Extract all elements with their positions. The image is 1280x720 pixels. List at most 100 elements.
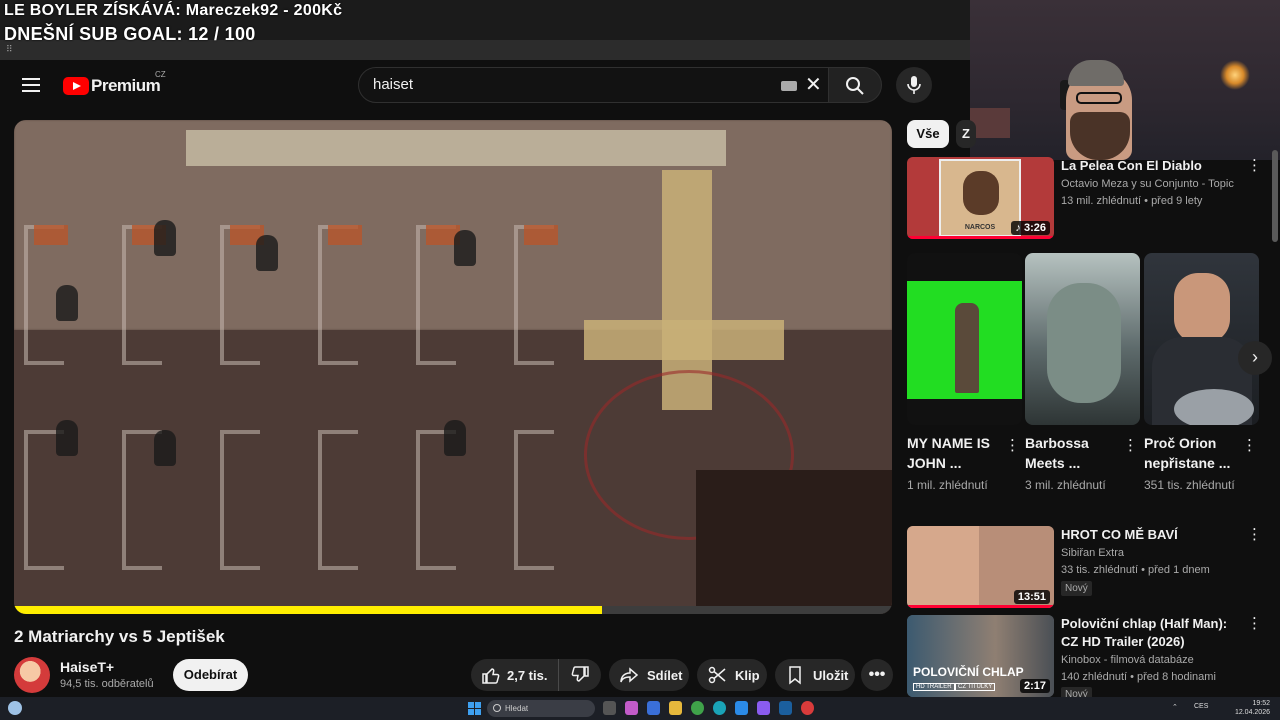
more-actions-button[interactable]: ••• <box>861 659 893 691</box>
webcam-feed <box>970 0 1280 160</box>
recommended-video[interactable]: 13:51 HROT CO MĚ BAVÍ Sibiřan Extra 33 t… <box>907 526 1272 608</box>
clock-date: 12.04.2026 <box>1234 709 1270 716</box>
scene-banner <box>186 130 726 166</box>
video-duration: ♪ 3:26 <box>1011 221 1050 235</box>
thumbs-down-icon <box>571 666 589 682</box>
donation-text: LE BOYLER ZÍSKÁVÁ: Mareczek92 - 200Kč <box>4 2 343 19</box>
cowboy-figure <box>955 303 979 393</box>
clock-time: 19:52 <box>1252 700 1270 707</box>
search-query[interactable]: haiset <box>373 76 413 93</box>
weather-icon[interactable] <box>8 701 22 715</box>
search-icon <box>493 704 501 712</box>
video-player[interactable] <box>14 120 892 614</box>
channel-name: Octavio Meza y su Conjunto - Topic <box>1061 178 1234 190</box>
like-count: 2,7 tis. <box>507 667 548 683</box>
video-title: La Pelea Con El Diablo <box>1061 158 1202 173</box>
taskbar-search[interactable]: Hledat <box>487 700 595 717</box>
clip-button[interactable]: Klip <box>697 659 767 691</box>
short-item[interactable]: Proč Orion nepřistane ... ⋮ 351 tis. zhl… <box>1144 253 1259 513</box>
scissors-icon <box>708 666 726 684</box>
shelf <box>970 108 1010 138</box>
keyboard-icon[interactable] <box>781 81 797 91</box>
like-dislike-group: 2,7 tis. <box>471 659 601 691</box>
voice-search-button[interactable] <box>896 67 932 103</box>
grid-icon: ⠿ <box>6 44 13 54</box>
chip-next[interactable]: Z <box>956 120 976 148</box>
save-label: Uložit <box>813 667 849 683</box>
short-title: Proč Orion nepřistane ... <box>1144 435 1231 471</box>
scene-cell <box>220 225 260 365</box>
moon-shape <box>1174 389 1254 425</box>
scene-cell <box>318 225 358 365</box>
short-item[interactable]: MY NAME IS JOHN ... ⋮ 1 mil. zhlédnutí <box>907 253 1022 513</box>
logo-country: CZ <box>155 70 166 79</box>
search-button[interactable] <box>828 67 882 103</box>
presenter-face <box>1174 273 1230 343</box>
clear-icon[interactable]: ✕ <box>805 75 822 95</box>
new-badge: Nový <box>1061 581 1092 596</box>
shorts-shelf: MY NAME IS JOHN ... ⋮ 1 mil. zhlédnutí B… <box>907 253 1272 513</box>
channel-avatar[interactable] <box>14 657 50 693</box>
share-label: Sdílet <box>647 667 683 683</box>
kebab-menu-icon[interactable]: ⋮ <box>1247 616 1262 631</box>
kebab-menu-icon[interactable]: ⋮ <box>1247 158 1262 173</box>
bookmark-icon <box>789 666 801 685</box>
sidebar-scrollbar[interactable] <box>1272 150 1278 242</box>
windows-taskbar: Hledat ⌃ CES 19:52 12.04.2026 <box>0 697 1280 720</box>
scene-figure <box>154 220 176 256</box>
app-icon[interactable] <box>757 701 770 715</box>
obs-icon[interactable] <box>801 701 814 715</box>
recommended-video[interactable]: POLOVIČNÍ CHLAP HD TRAILER CZ TITULKY 2:… <box>907 615 1272 702</box>
recommended-video[interactable]: NARCOS ♪ 3:26 La Pelea Con El Diablo Oct… <box>907 157 1272 239</box>
task-view-icon[interactable] <box>603 701 616 715</box>
steam-icon[interactable] <box>779 701 792 715</box>
chip-all[interactable]: Vše <box>907 120 949 148</box>
kebab-menu-icon[interactable]: ⋮ <box>1242 438 1257 453</box>
video-progress-bar[interactable] <box>14 606 892 614</box>
channel-name[interactable]: HaiseT+ <box>60 659 114 675</box>
app-icon[interactable] <box>647 701 660 715</box>
barbossa-face <box>1047 283 1121 403</box>
subscribe-button[interactable]: Odebírat <box>173 659 248 691</box>
stream-overlay: ⠿ LE BOYLER ZÍSKÁVÁ: Mareczek92 - 200Kč … <box>0 0 970 60</box>
chevron-right-icon[interactable]: › <box>1238 341 1272 375</box>
short-thumbnail <box>1144 253 1259 425</box>
windows-start-icon[interactable] <box>468 702 481 715</box>
edge-icon[interactable] <box>713 701 726 715</box>
thumb-face <box>963 171 999 215</box>
watched-progress <box>907 236 1054 239</box>
thumb-tag: HD TRAILER <box>913 683 955 691</box>
thumbs-up-icon <box>482 668 500 684</box>
short-item[interactable]: Barbossa Meets ... ⋮ 3 mil. zhlédnutí <box>1025 253 1140 513</box>
tray-icon[interactable]: ⌃ <box>1172 703 1178 711</box>
scene-cell <box>318 430 358 570</box>
taskbar-clock[interactable]: 19:52 12.04.2026 <box>1226 699 1270 717</box>
video-duration: 2:17 <box>1019 679 1050 693</box>
channel-name: Kinobox - filmová databáze <box>1061 654 1194 666</box>
app-icon[interactable] <box>625 701 638 715</box>
like-button[interactable]: 2,7 tis. <box>471 659 559 691</box>
search-input[interactable]: haiset ✕ <box>358 67 838 103</box>
menu-icon[interactable] <box>22 78 40 92</box>
chrome-icon[interactable] <box>691 701 704 715</box>
mic-icon <box>907 76 921 94</box>
app-icon[interactable] <box>735 701 748 715</box>
language-indicator[interactable]: CES <box>1194 703 1208 710</box>
video-title: Poloviční chlap (Half Man): CZ HD Traile… <box>1061 616 1228 649</box>
short-views: 1 mil. zhlédnutí <box>907 478 988 492</box>
kebab-menu-icon[interactable]: ⋮ <box>1005 438 1020 453</box>
save-button[interactable]: Uložit <box>775 659 855 691</box>
sub-goal-text: DNEŠNÍ SUB GOAL: 12 / 100 <box>4 24 256 44</box>
kebab-menu-icon[interactable]: ⋮ <box>1123 438 1138 453</box>
thumb-caption: POLOVIČNÍ CHLAP <box>913 665 1024 679</box>
folder-icon[interactable] <box>669 701 682 715</box>
video-stats: 33 tis. zhlédnutí • před 1 dnem <box>1061 564 1210 576</box>
share-button[interactable]: Sdílet <box>609 659 689 691</box>
kebab-menu-icon[interactable]: ⋮ <box>1247 527 1262 542</box>
scene-cell <box>514 430 554 570</box>
video-duration: 13:51 <box>1013 590 1050 604</box>
youtube-header: Premium CZ haiset ✕ <box>0 60 970 112</box>
watched-progress <box>907 605 1054 608</box>
youtube-logo[interactable]: Premium CZ <box>63 70 166 96</box>
dislike-button[interactable] <box>559 665 601 685</box>
